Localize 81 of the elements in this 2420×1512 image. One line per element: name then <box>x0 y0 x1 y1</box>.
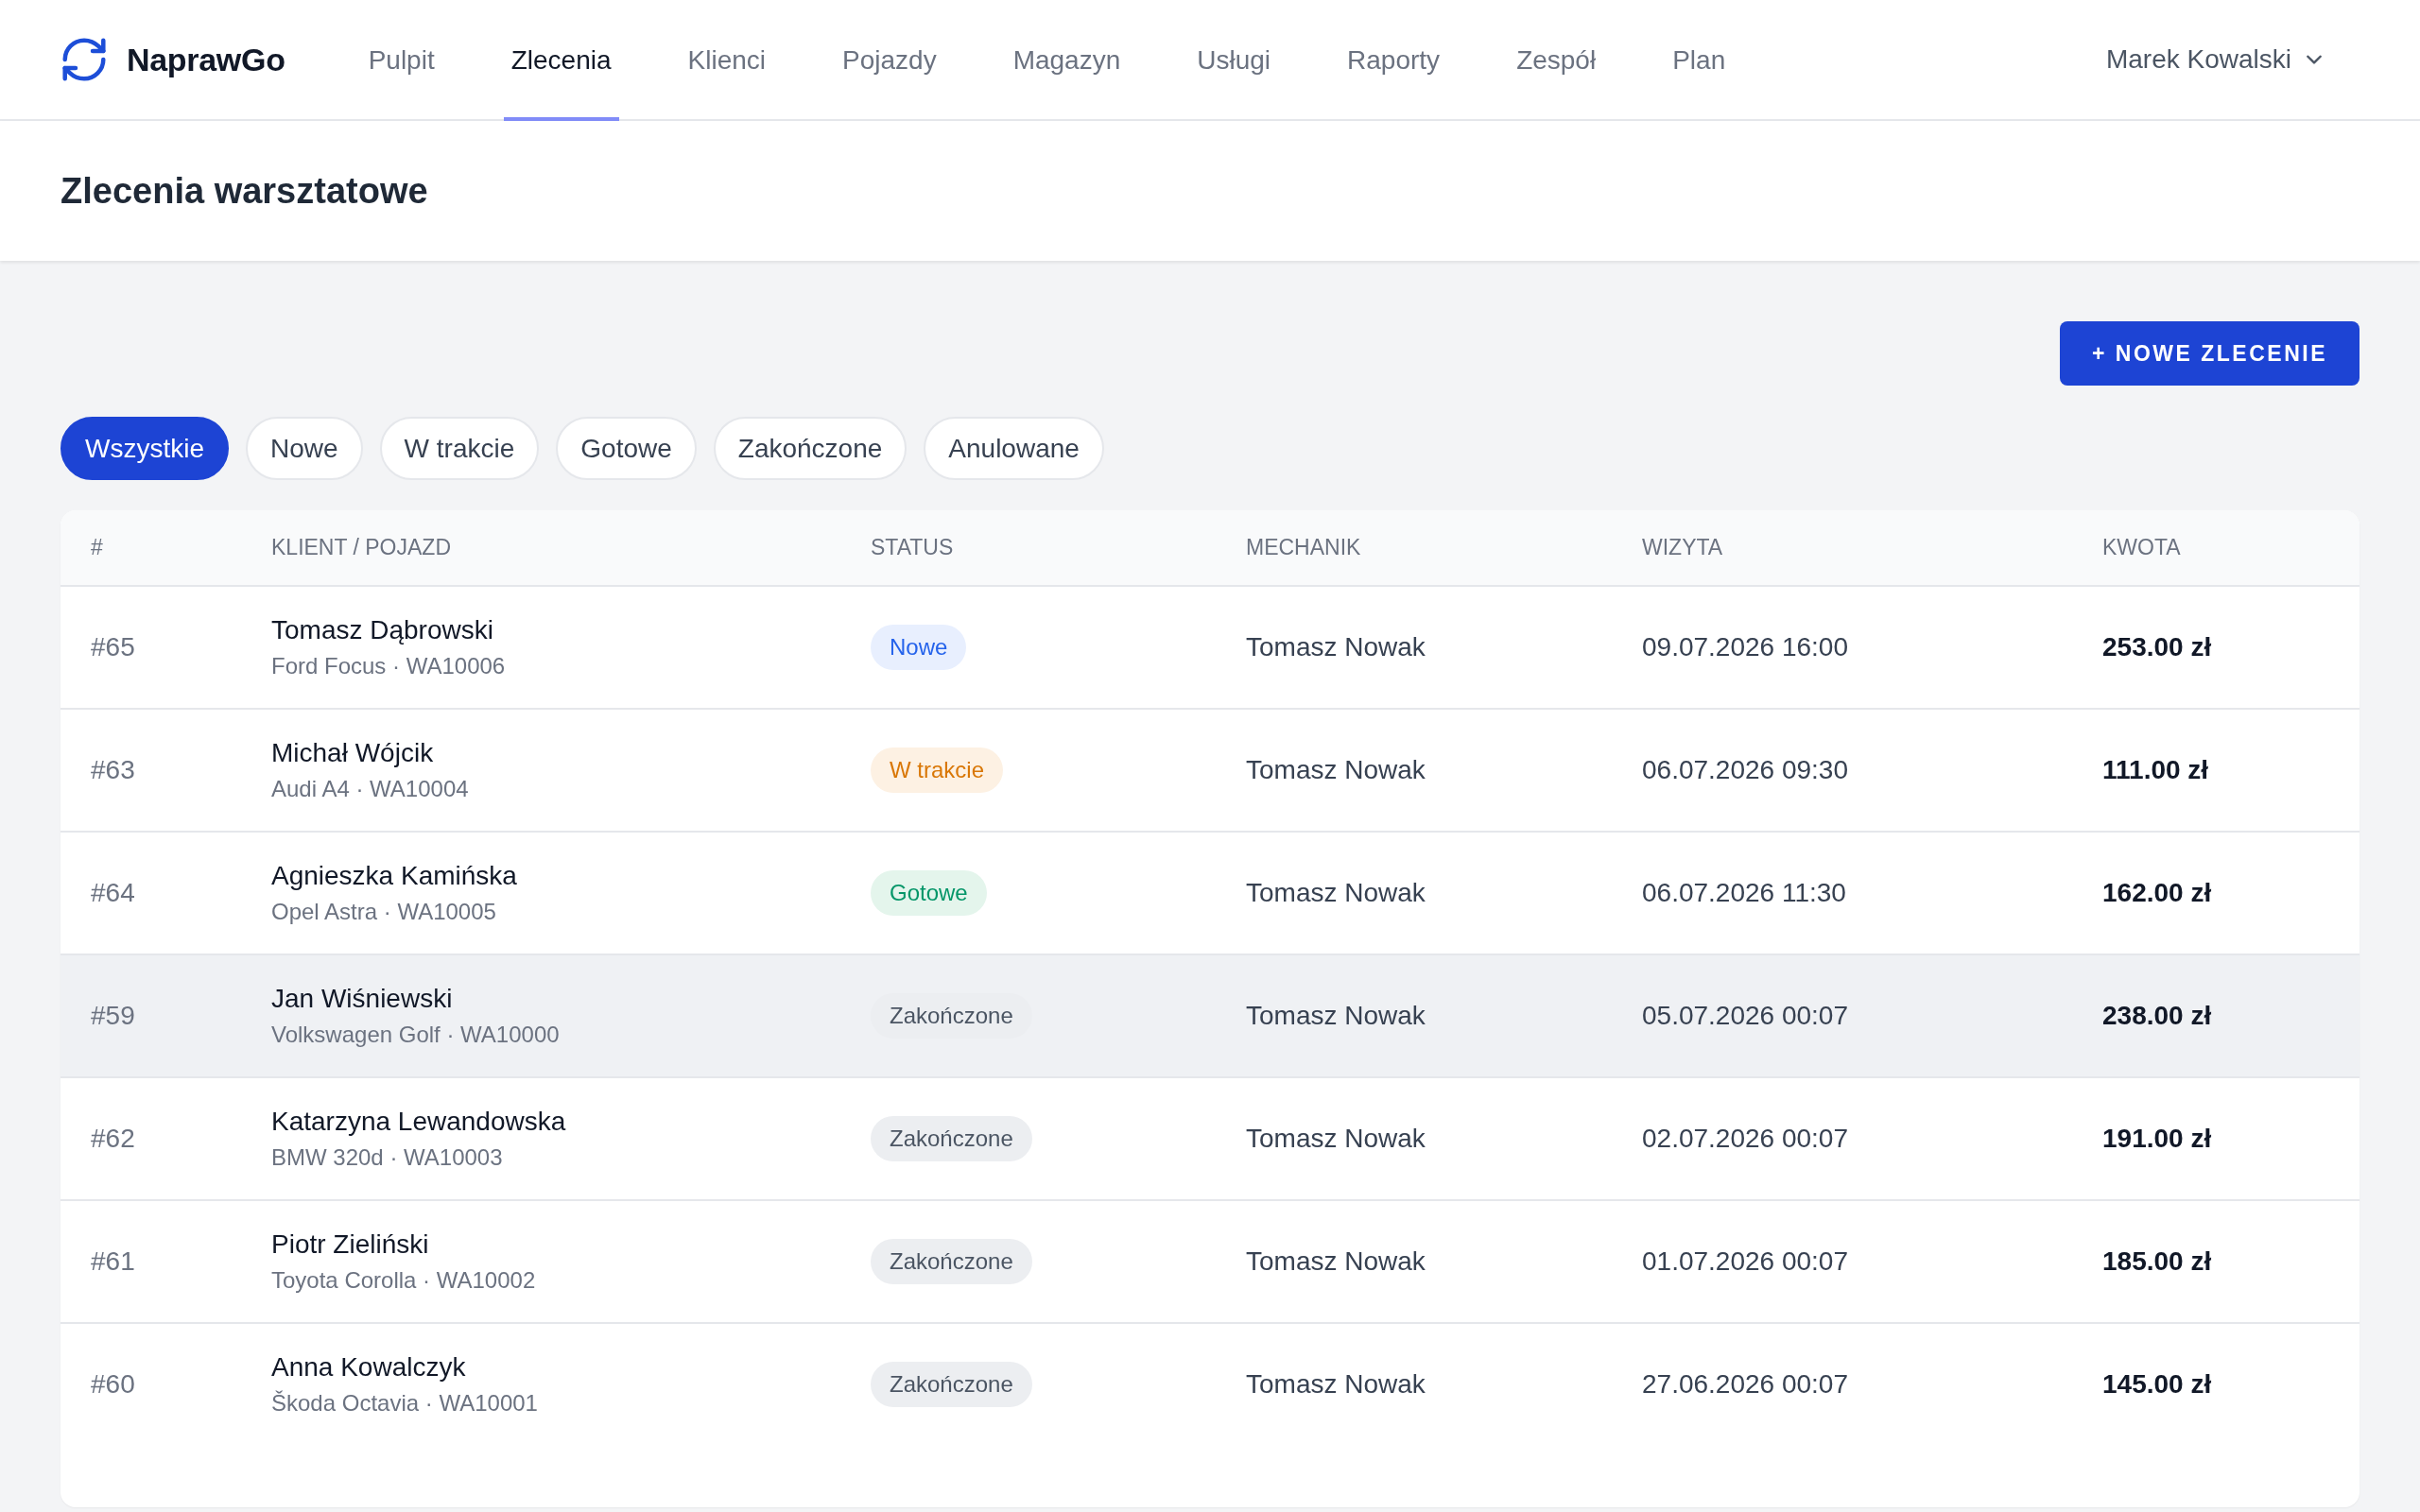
order-number: #65 <box>91 632 135 662</box>
order-amount: 162.00 zł <box>2102 878 2212 908</box>
nav-tab[interactable]: Pojazdy <box>835 0 944 121</box>
mechanic-name: Tomasz Nowak <box>1246 878 1426 908</box>
user-menu[interactable]: Marek Kowalski <box>2098 0 2329 119</box>
order-amount: 111.00 zł <box>2102 755 2209 785</box>
logo-refresh-icon <box>62 38 106 81</box>
order-number: #61 <box>91 1246 135 1277</box>
client-name: Michał Wójcik <box>271 738 434 768</box>
nav-tab[interactable]: Raporty <box>1340 0 1448 121</box>
visit-date: 05.07.2026 00:07 <box>1642 1001 1848 1031</box>
vehicle-info: Audi A4 · WA10004 <box>271 776 469 802</box>
table-row[interactable]: #64 Agnieszka Kamińska Opel Astra · WA10005 Gotowe Tomasz Nowak 06.07.2026 11:30 162.00 zł <box>60 833 2360 955</box>
vehicle-info: BMW 320d · WA10003 <box>271 1144 503 1171</box>
nav-tab[interactable]: Magazyn <box>1005 0 1129 121</box>
mechanic-name: Tomasz Nowak <box>1246 1369 1426 1400</box>
vehicle-info: Toyota Corolla · WA10002 <box>271 1267 536 1294</box>
filter-pill[interactable]: Nowe <box>246 417 363 480</box>
client-name: Agnieszka Kamińska <box>271 861 517 891</box>
visit-date: 02.07.2026 00:07 <box>1642 1124 1848 1154</box>
nav-tab[interactable]: Klienci <box>680 0 773 121</box>
vehicle-info: Opel Astra · WA10005 <box>271 899 496 925</box>
client-name: Tomasz Dąbrowski <box>271 615 493 645</box>
column-header: MECHANIK <box>1246 535 1361 560</box>
table-row[interactable]: #65 Tomasz Dąbrowski Ford Focus · WA10006 Nowe Tomasz Nowak 09.07.2026 16:00 253.00 zł <box>60 587 2360 710</box>
mechanic-name: Tomasz Nowak <box>1246 1246 1426 1277</box>
visit-date: 01.07.2026 00:07 <box>1642 1246 1848 1277</box>
status-badge: W trakcie <box>871 747 1003 793</box>
nav-tab[interactable]: Pulpit <box>360 0 442 121</box>
order-amount: 238.00 zł <box>2102 1001 2212 1031</box>
chevron-down-icon <box>2307 54 2322 65</box>
filter-pill[interactable]: W trakcie <box>379 417 540 480</box>
nav-tab[interactable]: Plan <box>1665 0 1734 121</box>
order-number: #63 <box>91 755 135 785</box>
column-header: KWOTA <box>2102 535 2181 560</box>
page-title: Zlecenia warsztatowe <box>60 170 428 212</box>
order-amount: 253.00 zł <box>2102 632 2212 662</box>
order-amount: 145.00 zł <box>2102 1369 2212 1400</box>
visit-date: 09.07.2026 16:00 <box>1642 632 1848 662</box>
filter-pill[interactable]: Gotowe <box>556 417 697 480</box>
client-name: Piotr Zieliński <box>271 1229 429 1260</box>
mechanic-name: Tomasz Nowak <box>1246 1001 1426 1031</box>
order-number: #62 <box>91 1124 135 1154</box>
client-name: Anna Kowalczyk <box>271 1352 466 1383</box>
new-order-button[interactable]: + NOWE ZLECENIE <box>2060 321 2360 386</box>
order-amount: 191.00 zł <box>2102 1124 2212 1154</box>
mechanic-name: Tomasz Nowak <box>1246 632 1426 662</box>
column-header: # <box>91 535 103 560</box>
status-badge: Gotowe <box>871 870 987 916</box>
order-amount: 185.00 zł <box>2102 1246 2212 1277</box>
vehicle-info: Volkswagen Golf · WA10000 <box>271 1022 560 1048</box>
table-row[interactable]: #59 Jan Wiśniewski Volkswagen Golf · WA10000 Zakończone Tomasz Nowak 05.07.2026 00:07 238.00 zł <box>60 955 2360 1078</box>
nav-tab[interactable]: Zespół <box>1509 0 1604 121</box>
brand-name[interactable]: NaprawGo <box>127 41 285 78</box>
status-badge: Zakończone <box>871 1239 1032 1284</box>
vehicle-info: Ford Focus · WA10006 <box>271 653 506 679</box>
filter-pill[interactable]: Zakończone <box>713 417 908 480</box>
client-name: Katarzyna Lewandowska <box>271 1107 566 1137</box>
order-number: #60 <box>91 1369 135 1400</box>
table-row[interactable]: #63 Michał Wójcik Audi A4 · WA10004 W trakcie Tomasz Nowak 06.07.2026 09:30 111.00 zł <box>60 710 2360 833</box>
status-badge: Zakończone <box>871 1362 1032 1407</box>
nav-tab[interactable]: Usługi <box>1189 0 1279 121</box>
filter-pill[interactable]: Wszystkie <box>60 417 229 480</box>
order-number: #64 <box>91 878 135 908</box>
mechanic-name: Tomasz Nowak <box>1246 755 1426 785</box>
vehicle-info: Škoda Octavia · WA10001 <box>271 1390 538 1417</box>
status-badge: Nowe <box>871 625 967 670</box>
table-row[interactable]: #60 Anna Kowalczyk Škoda Octavia · WA10001 Zakończone Tomasz Nowak 27.06.2026 00:07 145.00 zł <box>60 1324 2360 1447</box>
order-number: #59 <box>91 1001 135 1031</box>
filter-pill[interactable]: Anulowane <box>924 417 1104 480</box>
table-row[interactable]: #61 Piotr Zieliński Toyota Corolla · WA10002 Zakończone Tomasz Nowak 01.07.2026 00:07 185.00 zł <box>60 1201 2360 1324</box>
visit-date: 06.07.2026 09:30 <box>1642 755 1848 785</box>
column-header: STATUS <box>871 535 954 560</box>
mechanic-name: Tomasz Nowak <box>1246 1124 1426 1154</box>
column-header: WIZYTA <box>1642 535 1723 560</box>
column-header: KLIENT / POJAZD <box>271 535 451 560</box>
status-badge: Zakończone <box>871 1116 1032 1161</box>
table-row[interactable]: #62 Katarzyna Lewandowska BMW 320d · WA10003 Zakończone Tomasz Nowak 02.07.2026 00:07 191.00 zł <box>60 1078 2360 1201</box>
visit-date: 27.06.2026 00:07 <box>1642 1369 1848 1400</box>
client-name: Jan Wiśniewski <box>271 984 453 1014</box>
visit-date: 06.07.2026 11:30 <box>1642 878 1846 908</box>
